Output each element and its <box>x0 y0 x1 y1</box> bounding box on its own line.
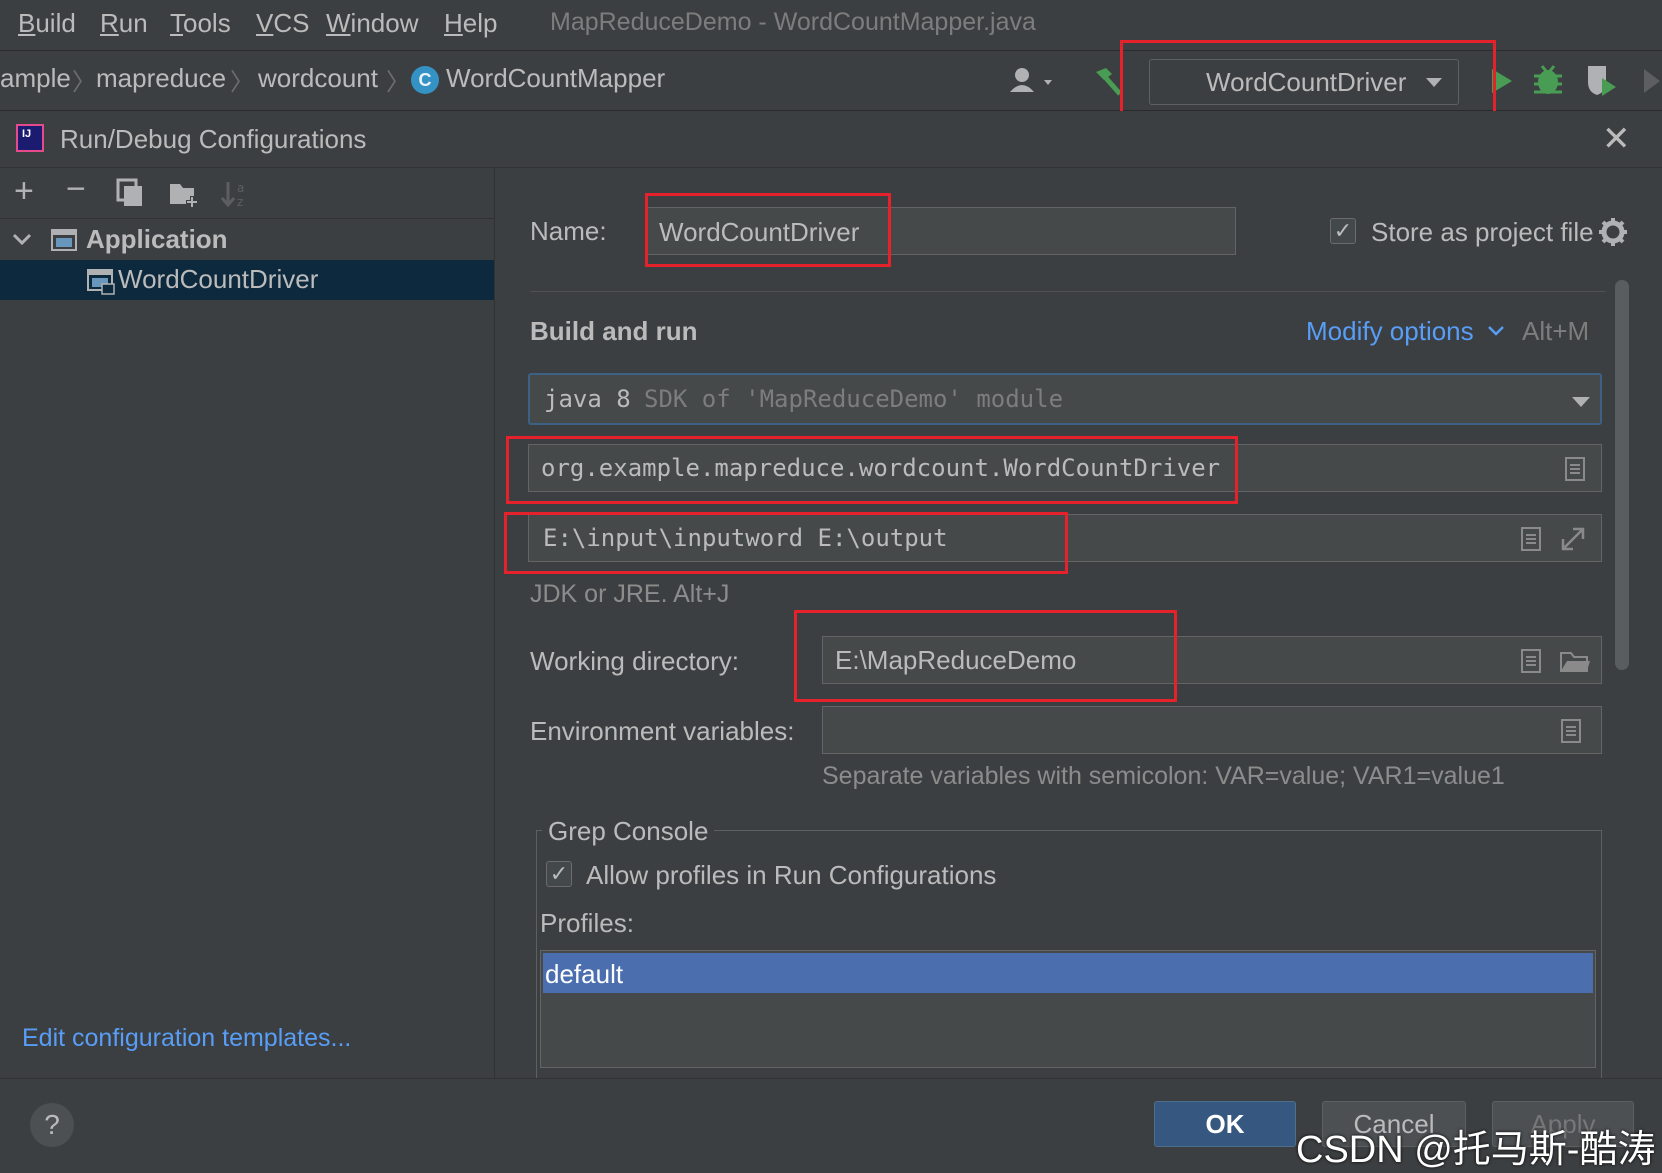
breadcrumb-separator-icon: 〉 <box>386 69 410 96</box>
dialog-title-bar: IJ Run/Debug Configurations ✕ <box>0 111 1662 168</box>
chevron-down-icon[interactable] <box>12 232 32 248</box>
environment-variables-field[interactable] <box>822 706 1602 754</box>
tree-label-wordcountdriver: WordCountDriver <box>118 264 319 294</box>
grep-console-title: Grep Console <box>542 816 715 847</box>
environment-variables-hint: Separate variables with semicolon: VAR=v… <box>822 762 1505 790</box>
help-button[interactable]: ? <box>30 1103 74 1147</box>
edit-list-icon[interactable] <box>1519 525 1543 553</box>
sort-icon[interactable]: a z <box>220 178 250 210</box>
main-class-value: org.example.mapreduce.wordcount.WordCoun… <box>541 454 1221 482</box>
main-class-field[interactable]: org.example.mapreduce.wordcount.WordCoun… <box>528 444 1602 492</box>
run-icon[interactable] <box>1488 66 1516 96</box>
allow-profiles-checkbox[interactable]: ✓ <box>546 861 572 887</box>
modify-options-shortcut: Alt+M <box>1522 316 1590 346</box>
jdk-selector[interactable]: java 8 SDK of 'MapReduceDemo' module <box>528 373 1602 425</box>
allow-profiles-label: Allow profiles in Run Configurations <box>586 860 997 890</box>
working-directory-value: E:\MapReduceDemo <box>835 645 1077 675</box>
java-class-icon: C <box>411 66 439 94</box>
chevron-down-icon[interactable] <box>1486 324 1506 338</box>
jdk-selector-detail: SDK of 'MapReduceDemo' module <box>644 385 1064 413</box>
menu-bar: Build Run Tools VCS Window Help MapReduc… <box>0 0 1662 51</box>
configurations-panel: + − a z Application WordCountDriver Edit… <box>0 168 495 1078</box>
add-icon[interactable]: + <box>14 172 34 211</box>
store-as-project-file-label: Store as project file <box>1371 217 1594 247</box>
scrollbar[interactable] <box>1615 280 1629 670</box>
menu-window[interactable]: Window <box>326 8 418 39</box>
application-icon <box>51 229 77 251</box>
insert-macro-icon[interactable] <box>1519 647 1543 675</box>
run-configuration-selector[interactable]: WordCountDriver <box>1149 59 1459 105</box>
breadcrumb-project[interactable]: ample <box>0 63 71 94</box>
svg-text:a: a <box>237 181 244 195</box>
copy-icon[interactable] <box>116 178 144 208</box>
dialog-title: Run/Debug Configurations <box>60 124 367 154</box>
name-label: Name: <box>530 216 607 246</box>
window-title: MapReduceDemo - WordCountMapper.java <box>550 8 1036 36</box>
profiles-label: Profiles: <box>540 908 634 938</box>
name-field-value: WordCountDriver <box>659 217 860 247</box>
tree-item-wordcountdriver[interactable]: WordCountDriver <box>0 260 494 300</box>
navigation-bar: ample 〉 mapreduce 〉 wordcount 〉 C WordCo… <box>0 52 1662 111</box>
ok-button[interactable]: OK <box>1154 1101 1296 1147</box>
gear-icon[interactable] <box>1598 217 1628 247</box>
intellij-logo-icon: IJ <box>16 124 44 152</box>
menu-build[interactable]: Build <box>18 8 76 39</box>
configurations-toolbar: + − a z <box>0 168 494 219</box>
more-actions-icon[interactable] <box>1640 66 1662 96</box>
application-config-icon <box>87 269 115 295</box>
menu-run[interactable]: Run <box>100 8 148 39</box>
environment-variables-label: Environment variables: <box>530 716 795 746</box>
breadcrumb-wordcount[interactable]: wordcount <box>258 63 378 94</box>
breadcrumb-wordcountmapper[interactable]: WordCountMapper <box>446 63 665 94</box>
working-directory-label: Working directory: <box>530 646 740 676</box>
edit-environment-icon[interactable] <box>1559 717 1583 745</box>
name-field[interactable]: WordCountDriver <box>646 207 1236 255</box>
debug-bug-icon[interactable] <box>1532 62 1564 98</box>
breadcrumb-mapreduce[interactable]: mapreduce <box>96 63 226 94</box>
store-as-project-file-checkbox[interactable]: ✓ <box>1330 218 1356 244</box>
chevron-down-icon <box>1426 78 1442 87</box>
menu-vcs[interactable]: VCS <box>256 8 309 39</box>
edit-configuration-templates-link[interactable]: Edit configuration templates... <box>22 1024 351 1053</box>
new-folder-icon[interactable] <box>168 180 200 208</box>
breadcrumb-separator-icon: 〉 <box>230 69 254 96</box>
browse-icon[interactable] <box>1563 455 1587 483</box>
coverage-icon[interactable] <box>1584 62 1620 98</box>
profiles-list: default <box>540 950 1596 1068</box>
svg-text:z: z <box>237 195 243 209</box>
folder-icon[interactable] <box>1559 649 1591 675</box>
jdk-selector-main: java 8 <box>544 385 631 413</box>
build-and-run-section-title: Build and run <box>530 316 698 346</box>
chevron-down-icon <box>1572 397 1590 407</box>
jdk-hint: JDK or JRE. Alt+J <box>530 580 730 608</box>
expand-icon[interactable] <box>1559 525 1587 553</box>
list-item[interactable]: default <box>543 953 1593 993</box>
modify-options-link[interactable]: Modify options <box>1306 316 1474 347</box>
remove-icon[interactable]: − <box>66 170 86 209</box>
watermark: CSDN @托马斯-酷涛 <box>1296 1129 1656 1171</box>
profile-label: default <box>545 959 624 989</box>
program-arguments-value: E:\input\inputword E:\output <box>543 524 948 552</box>
program-arguments-field[interactable]: E:\input\inputword E:\output <box>528 514 1602 562</box>
working-directory-field[interactable]: E:\MapReduceDemo <box>822 636 1602 684</box>
menu-tools[interactable]: Tools <box>170 8 231 39</box>
user-icon[interactable] <box>1008 66 1064 96</box>
breadcrumb-separator-icon: 〉 <box>72 69 96 96</box>
close-icon[interactable]: ✕ <box>1602 119 1631 159</box>
tree-node-application[interactable]: Application <box>0 220 494 260</box>
build-hammer-icon[interactable] <box>1092 64 1126 98</box>
run-configuration-label: WordCountDriver <box>1206 67 1407 97</box>
tree-label-application: Application <box>86 224 228 254</box>
menu-help[interactable]: Help <box>444 8 497 39</box>
divider <box>530 291 1606 292</box>
